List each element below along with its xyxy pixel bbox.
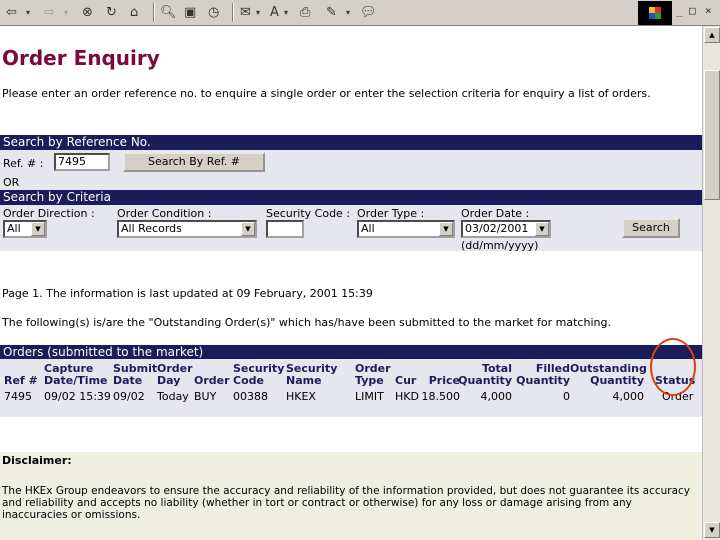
search-button[interactable]: Search [622, 218, 680, 238]
toolbar-separator [153, 3, 155, 22]
row-security-code: 00388 [233, 390, 268, 403]
col-security-name-line2: Name [286, 374, 322, 387]
order-condition-value: All Records [121, 222, 182, 235]
row-capture: 09/02 15:39 [44, 390, 111, 403]
page-title: Order Enquiry [2, 46, 160, 70]
orders-table: Capture Submit Order Security Security O… [0, 359, 702, 417]
disclaimer-title: Disclaimer: [2, 454, 72, 467]
scroll-down-icon[interactable]: ▼ [704, 522, 720, 538]
col-order-type-line2: Type [355, 374, 384, 387]
back-dropdown-icon[interactable]: ▾ [26, 3, 30, 22]
order-direction-value: All [7, 222, 21, 235]
disclaimer-text: The HKEx Group endeavors to ensure the a… [2, 485, 691, 521]
security-code-label: Security Code : [266, 207, 351, 220]
search-icon[interactable]: 🔍︎ [160, 3, 177, 22]
chevron-down-icon[interactable]: ▼ [535, 222, 549, 236]
status-highlight-circle [650, 338, 696, 396]
row-price: 18.500 [421, 390, 461, 403]
row-day: Today [157, 390, 189, 403]
chevron-down-icon[interactable]: ▼ [241, 222, 255, 236]
page-content: Order Enquiry Please enter an order refe… [0, 26, 702, 540]
order-type-label: Order Type : [357, 207, 425, 220]
col-price: Price [428, 374, 460, 387]
col-capture-line2: Date/Time [44, 374, 108, 387]
row-ref[interactable]: 7495 [4, 391, 32, 403]
search-ref-header: Search by Reference No. [0, 135, 702, 150]
favorites-icon[interactable]: ▣ [184, 3, 196, 22]
col-total-line2: Quantity [458, 374, 512, 387]
col-ref: Ref # [4, 374, 38, 387]
ref-label: Ref. # : [3, 157, 44, 170]
order-type-value: All [361, 222, 375, 235]
row-order-type: LIMIT [355, 390, 384, 403]
mail-icon[interactable]: ✉ [240, 3, 251, 22]
chevron-down-icon[interactable]: ▼ [31, 222, 45, 236]
col-currency: Cur [395, 374, 417, 387]
search-by-ref-button[interactable]: Search By Ref. # [123, 152, 265, 172]
chevron-down-icon[interactable]: ▼ [439, 222, 453, 236]
stop-icon[interactable]: ⊗ [82, 3, 93, 22]
edit-icon[interactable]: ✎ [326, 3, 337, 22]
home-icon[interactable]: ⌂ [130, 3, 138, 22]
order-date-label: Order Date : [461, 207, 530, 220]
refresh-icon[interactable]: ↻ [106, 3, 117, 22]
restore-icon[interactable]: □ [689, 4, 696, 17]
intro-text: Please enter an order reference no. to e… [2, 87, 651, 100]
col-submit-line2: Date [113, 374, 143, 387]
outstanding-orders-text: The following(s) is/are the "Outstanding… [2, 316, 611, 329]
vertical-scrollbar[interactable]: ▲ ▼ [702, 26, 720, 540]
discuss-icon[interactable]: 💬︎ [360, 3, 377, 22]
minimize-icon[interactable]: _ [676, 4, 683, 17]
row-outstanding-quantity: 4,000 [612, 390, 645, 403]
order-direction-label: Order Direction : [3, 207, 95, 220]
print-icon[interactable]: ⎙ [300, 3, 310, 22]
col-orderday-line2: Day [157, 374, 181, 387]
font-icon[interactable]: A [270, 3, 279, 22]
col-security-code-line2: Code [233, 374, 264, 387]
font-dropdown-icon[interactable]: ▾ [284, 3, 288, 22]
order-date-value: 03/02/2001 [465, 222, 529, 235]
date-format-hint: (dd/mm/yyyy) [461, 239, 539, 252]
order-condition-label: Order Condition : [117, 207, 212, 220]
order-date-select[interactable]: 03/02/2001 ▼ [461, 220, 551, 238]
search-criteria-header: Search by Criteria [0, 190, 702, 205]
last-updated-text: Page 1. The information is last updated … [2, 287, 373, 300]
browser-toolbar: ⇦ ▾ ⇨ ▾ ⊗ ↻ ⌂ 🔍︎ ▣ ◷ ✉ ▾ A ▾ ⎙ ✎ ▾ 💬︎ _ … [0, 0, 720, 26]
col-outstanding-line2: Quantity [590, 374, 644, 387]
row-total-quantity: 4,000 [480, 390, 513, 403]
forward-icon[interactable]: ⇨ [44, 3, 55, 22]
row-submit: 09/02 [113, 390, 145, 403]
order-condition-select[interactable]: All Records ▼ [117, 220, 257, 238]
col-filled-line2: Quantity [516, 374, 570, 387]
row-filled-quantity: 0 [563, 390, 570, 403]
order-direction-select[interactable]: All ▼ [3, 220, 47, 238]
back-icon[interactable]: ⇦ [6, 3, 17, 22]
orders-header: Orders (submitted to the market) [0, 345, 702, 360]
row-security-name: HKEX [286, 390, 316, 403]
toolbar-separator [232, 3, 234, 22]
close-icon[interactable]: × [705, 4, 712, 17]
search-criteria-panel [0, 205, 702, 251]
history-icon[interactable]: ◷ [208, 3, 219, 22]
scroll-up-icon[interactable]: ▲ [704, 27, 720, 43]
scroll-thumb[interactable] [704, 70, 720, 200]
order-type-select[interactable]: All ▼ [357, 220, 455, 238]
forward-dropdown-icon[interactable]: ▾ [64, 3, 68, 22]
windows-logo-icon [638, 1, 672, 25]
row-currency: HKD [395, 390, 419, 403]
edit-dropdown-icon[interactable]: ▾ [346, 3, 350, 22]
or-label: OR [3, 176, 20, 189]
security-code-input[interactable] [266, 220, 304, 238]
mail-dropdown-icon[interactable]: ▾ [256, 3, 260, 22]
row-order: BUY [194, 390, 217, 403]
col-order: Order [194, 374, 230, 387]
ref-input[interactable]: 7495 [54, 153, 110, 171]
